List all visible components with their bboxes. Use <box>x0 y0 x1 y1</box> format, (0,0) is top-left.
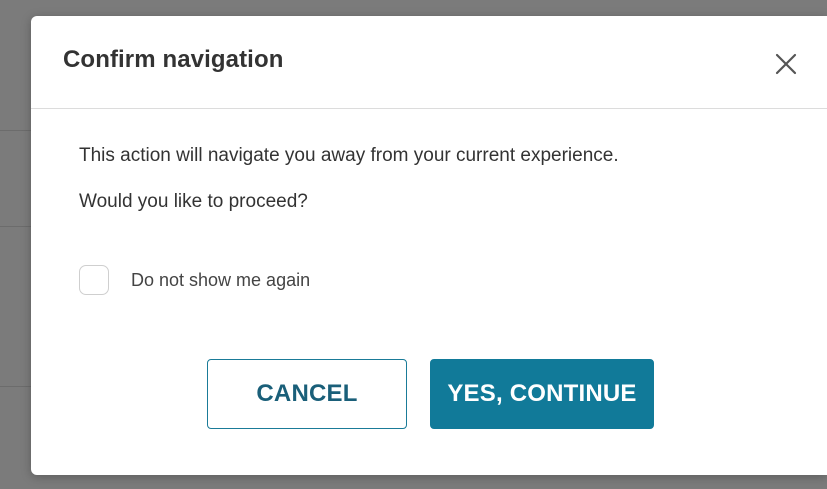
dialog-header: Confirm navigation <box>31 16 827 109</box>
dialog-message: This action will navigate you away from … <box>79 145 619 166</box>
do-not-show-again-option[interactable]: Do not show me again <box>79 264 310 296</box>
dialog-question: Would you like to proceed? <box>79 191 308 212</box>
confirm-navigation-dialog: Confirm navigation This action will navi… <box>31 16 827 475</box>
backdrop-divider <box>0 130 32 131</box>
close-icon <box>775 53 797 75</box>
backdrop-divider <box>0 226 32 227</box>
dialog-title: Confirm navigation <box>63 46 284 73</box>
backdrop-divider <box>0 386 32 387</box>
cancel-button[interactable]: CANCEL <box>207 359 407 429</box>
yes-continue-button[interactable]: YES, CONTINUE <box>430 359 654 429</box>
do-not-show-again-checkbox[interactable] <box>79 265 109 295</box>
close-button[interactable] <box>771 49 801 79</box>
do-not-show-again-label[interactable]: Do not show me again <box>131 270 310 291</box>
